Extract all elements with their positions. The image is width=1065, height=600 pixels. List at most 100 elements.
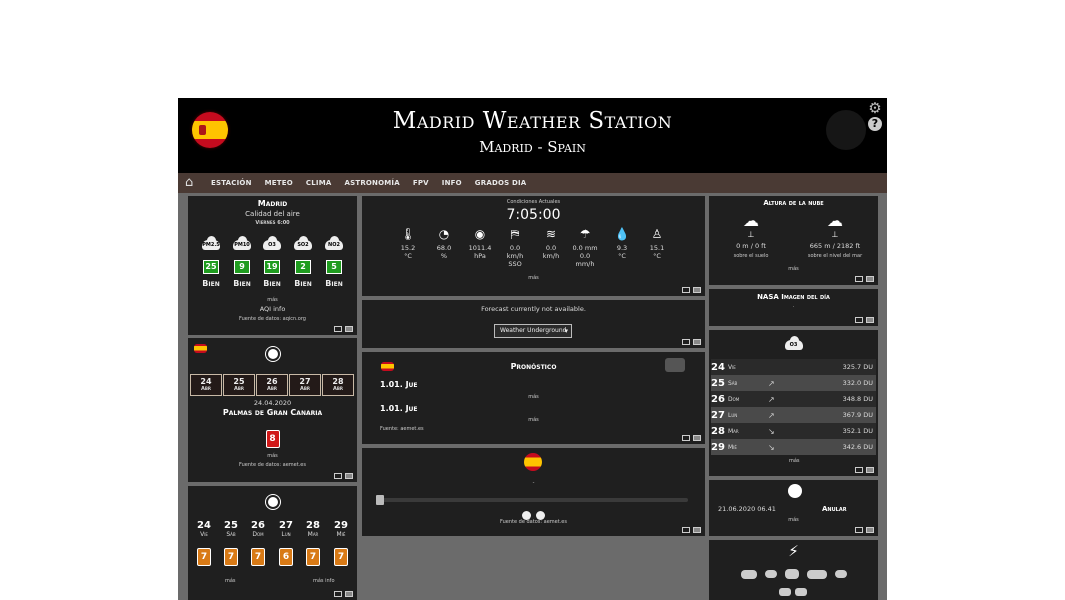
- nav-grados-dia[interactable]: GRADOS DIA: [475, 179, 527, 187]
- aqi-status: Bien: [263, 279, 281, 288]
- window-icon[interactable]: [334, 591, 342, 597]
- image-icon[interactable]: [866, 467, 874, 473]
- window-icon[interactable]: [855, 467, 863, 473]
- sun-more-link[interactable]: más: [188, 453, 357, 459]
- window-icon[interactable]: [682, 435, 690, 441]
- day-tab[interactable]: 25 Abr: [223, 374, 255, 396]
- ozone-cloud-icon: O3: [784, 336, 803, 350]
- aqi-info-link[interactable]: AQI info: [188, 305, 357, 313]
- image-icon[interactable]: [693, 287, 701, 293]
- eclipse-type: Anular: [822, 505, 847, 513]
- uv-more-link[interactable]: más: [225, 578, 236, 584]
- home-icon[interactable]: ⌂: [185, 176, 199, 189]
- image-icon[interactable]: [693, 339, 701, 345]
- aqi-status: Bien: [233, 279, 251, 288]
- help-icon[interactable]: ?: [868, 117, 882, 131]
- card-footer: [855, 527, 874, 533]
- window-icon[interactable]: [855, 527, 863, 533]
- cloud-icon: PM2.5: [202, 236, 220, 250]
- forecast-message: Forecast currently not available.: [481, 305, 586, 313]
- eclipse-more-link[interactable]: más: [709, 517, 878, 523]
- nav-fpv[interactable]: FPV: [413, 179, 429, 187]
- cloud-icon: O3: [263, 236, 281, 250]
- page-subtitle: Madrid - Spain: [479, 138, 586, 156]
- card-footer: [855, 276, 874, 282]
- day-tab[interactable]: 24 Abr: [190, 374, 222, 396]
- day-tab[interactable]: 26 Abr: [256, 374, 288, 396]
- world-map-icon: [779, 588, 811, 598]
- image-icon[interactable]: [866, 276, 874, 282]
- image-icon[interactable]: [693, 527, 701, 533]
- window-icon[interactable]: [682, 527, 690, 533]
- conditions-more-link[interactable]: más: [362, 275, 705, 281]
- ground-level: ☁ ⊥ 0 m / 0 ft sobre el suelo: [731, 212, 771, 260]
- window-icon[interactable]: [855, 317, 863, 323]
- image-icon[interactable]: [345, 326, 353, 332]
- cloud-height-more-link[interactable]: más: [709, 266, 878, 272]
- wind-sock-icon: ⛿: [510, 227, 520, 241]
- nav-meteo[interactable]: METEO: [265, 179, 293, 187]
- window-icon[interactable]: [334, 326, 342, 332]
- window-icon[interactable]: [682, 287, 690, 293]
- image-icon[interactable]: [693, 435, 701, 441]
- air-title: Calidad del aire: [245, 210, 300, 218]
- ozone-row: 24 Vie 325.7 DU: [711, 359, 876, 375]
- cloud-height-card: Altura de la nube ☁ ⊥ 0 m / 0 ft sobre e…: [709, 196, 878, 285]
- sun-source: Fuente de datos: aemet.es: [239, 462, 306, 468]
- nav-clima[interactable]: CLIMA: [306, 179, 332, 187]
- slider-handle[interactable]: [376, 495, 384, 505]
- lightning-card: ⚡: [709, 540, 878, 600]
- image-icon[interactable]: [345, 591, 353, 597]
- window-icon[interactable]: [682, 339, 690, 345]
- day-tab[interactable]: 28 Abr: [322, 374, 354, 396]
- ozone-row: 29 Mié ↘ 342.6 DU: [711, 439, 876, 455]
- air-source: Fuente de datos: aqicn.org: [239, 316, 306, 322]
- nav-info[interactable]: INFO: [442, 179, 462, 187]
- app-window: Madrid Weather Station Madrid - Spain ⚙ …: [178, 98, 887, 600]
- sun-value-badge: 8: [265, 430, 280, 448]
- lightning-icon: ⚡: [788, 542, 799, 560]
- ozone-more-link[interactable]: más: [789, 458, 800, 464]
- card-footer: [682, 287, 701, 293]
- sun-card: 24 Abr 25 Abr 26 Abr 27 Abr 28 Abr 24.04.2020…: [188, 338, 357, 482]
- aqi-value: 2: [295, 260, 311, 274]
- avatar[interactable]: [826, 110, 866, 150]
- conditions-title: Condiciones Actuales: [506, 199, 561, 205]
- radar-source: Fuente de datos: aemet.es: [500, 519, 567, 525]
- pronostico-more-link[interactable]: más: [362, 417, 705, 423]
- conditions-time: 7:05:00: [506, 207, 561, 223]
- nav-estacion[interactable]: ESTACIÓN: [211, 179, 252, 187]
- card-footer: [682, 527, 701, 533]
- uv-day: 25 Sáb 7: [220, 520, 242, 566]
- day-tab[interactable]: 27 Abr: [289, 374, 321, 396]
- image-icon[interactable]: [345, 473, 353, 479]
- air-more-link[interactable]: más: [188, 297, 357, 303]
- cloud-height-title: Altura de la nube: [763, 199, 824, 207]
- main-nav: ⌂ ESTACIÓN METEO CLIMA ASTRONOMÍA FPV IN…: [178, 173, 887, 193]
- image-icon[interactable]: [866, 317, 874, 323]
- aqi-pm25: PM2.5 25 Bien: [200, 236, 222, 288]
- page-title: Madrid Weather Station: [392, 108, 673, 134]
- thermometer-icon: 🌡: [400, 227, 416, 241]
- card-footer: [855, 317, 874, 323]
- radar-card: - Fuente de datos: aemet.es: [362, 448, 705, 536]
- uv-more-info-link[interactable]: más info: [313, 578, 335, 584]
- aqi-so2: SO2 2 Bien: [292, 236, 314, 288]
- aqi-status: Bien: [325, 279, 343, 288]
- uv-sun-icon: [188, 492, 357, 511]
- pronostico-more-link[interactable]: más: [362, 394, 705, 400]
- aqi-no2: NO2 5 Bien: [323, 236, 345, 288]
- uv-day: 28 Mar 7: [302, 520, 324, 566]
- window-icon[interactable]: [855, 276, 863, 282]
- aqi-o3: O3 19 Bien: [261, 236, 283, 288]
- aqi-status: Bien: [294, 279, 312, 288]
- nav-astronomia[interactable]: ASTRONOMÍA: [344, 179, 399, 187]
- window-icon[interactable]: [334, 473, 342, 479]
- rain-icon: ☂: [579, 227, 591, 241]
- feels-like-icon: ♙: [651, 227, 663, 241]
- gear-icon[interactable]: ⚙: [867, 100, 883, 116]
- aqi-value: 9: [234, 260, 250, 274]
- image-icon[interactable]: [866, 527, 874, 533]
- provider-select[interactable]: Weather Underground: [494, 324, 572, 338]
- timeline-slider[interactable]: [376, 498, 688, 502]
